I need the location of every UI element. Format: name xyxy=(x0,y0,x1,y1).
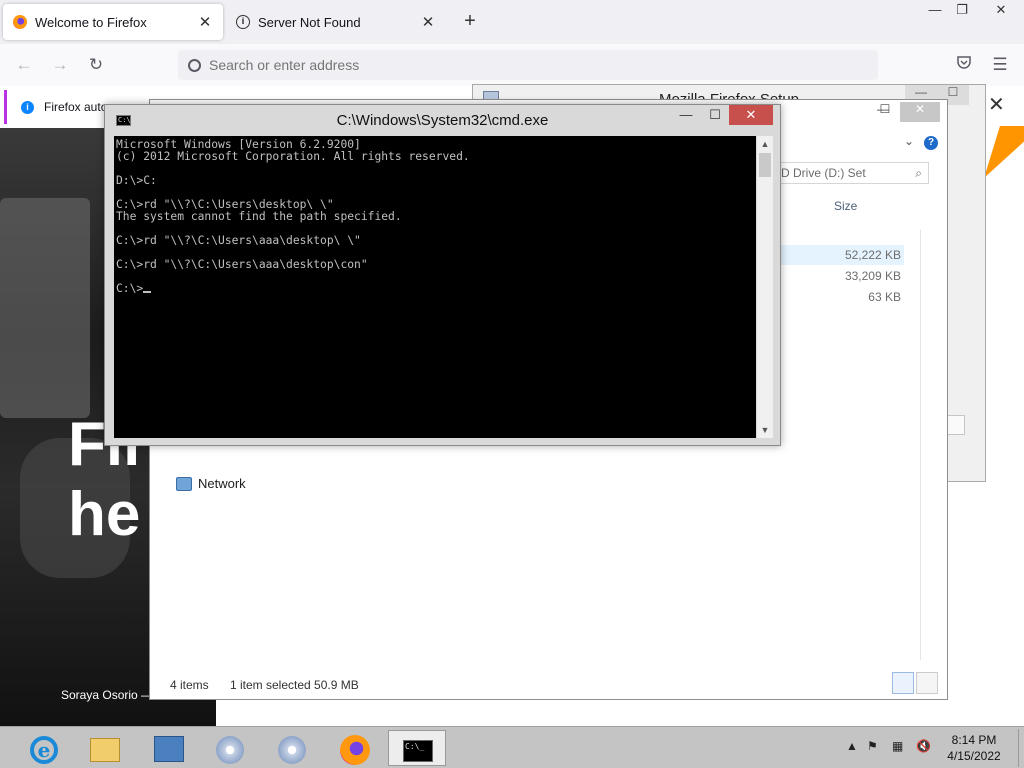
console-line: D:\>C: xyxy=(116,174,157,187)
console-line: C:\>rd "\\?\C:\Users\aaa\desktop\con" xyxy=(116,258,368,271)
scroll-thumb[interactable] xyxy=(759,153,771,177)
close-welcome-icon[interactable]: ✕ xyxy=(988,92,1005,117)
console-line: (c) 2012 Microsoft Corporation. All righ… xyxy=(116,150,470,163)
internet-explorer-icon: e xyxy=(30,736,58,764)
taskbar-setup-disk-2[interactable] xyxy=(264,730,322,766)
file-size-cell[interactable]: 63 KB xyxy=(770,287,904,307)
tab-welcome-to-firefox[interactable]: Welcome to Firefox ✕ xyxy=(3,4,223,40)
search-icon: ⌕ xyxy=(915,166,922,180)
setup-disk-icon xyxy=(216,736,244,764)
show-desktop-button[interactable] xyxy=(1018,729,1023,767)
file-size-cell[interactable]: 33,209 KB xyxy=(770,266,904,286)
volume-muted-icon[interactable]: 🔇 xyxy=(916,739,931,753)
tab-title: Server Not Found xyxy=(258,14,361,30)
menu-icon[interactable]: ☰ xyxy=(988,53,1012,77)
firefox-nav-bar: ← → ↻ ☰ xyxy=(0,44,1024,86)
help-icon[interactable]: ? xyxy=(924,136,938,150)
scroll-up-icon[interactable]: ▲ xyxy=(757,136,773,152)
status-selection: 1 item selected 50.9 MB xyxy=(230,678,359,692)
large-icons-view-icon[interactable] xyxy=(916,672,938,694)
system-clock[interactable]: 8:14 PM 4/15/2022 xyxy=(944,732,1004,764)
taskbar-command-prompt[interactable]: C:\_ xyxy=(388,730,446,766)
chevron-down-icon[interactable]: ⌄ xyxy=(904,134,914,148)
new-tab-button[interactable]: + xyxy=(458,10,482,34)
firefox-logo-icon xyxy=(13,15,27,29)
back-button[interactable]: ← xyxy=(12,53,36,77)
status-item-count: 4 items xyxy=(170,678,209,692)
console-prompt-line: C:\> xyxy=(116,283,756,295)
taskbar-internet-explorer[interactable]: e xyxy=(18,730,76,766)
explorer-search-input[interactable]: D Drive (D:) Set ⌕ xyxy=(777,162,929,184)
network-icon xyxy=(176,476,192,491)
details-view-icon[interactable] xyxy=(892,672,914,694)
console-line: The system cannot find the path specifie… xyxy=(116,210,402,223)
reload-button[interactable]: ↻ xyxy=(84,53,108,77)
taskbar-firefox[interactable] xyxy=(326,730,384,766)
explorer-maximize-button[interactable]: ☐ xyxy=(870,102,900,122)
clock-time: 8:14 PM xyxy=(951,733,997,747)
close-tab-icon[interactable]: ✕ xyxy=(420,13,436,31)
status-bar: 4 items 1 item selected 50.9 MB xyxy=(150,670,947,698)
taskbar-server-manager[interactable] xyxy=(140,730,198,766)
notification-text: Firefox auto xyxy=(44,100,108,114)
folder-icon xyxy=(90,738,120,762)
setup-disk-icon xyxy=(278,736,306,764)
close-tab-icon[interactable]: ✕ xyxy=(197,13,213,31)
cmd-scrollbar[interactable]: ▲ ▼ xyxy=(757,136,773,438)
taskbar-setup-disk-1[interactable] xyxy=(202,730,260,766)
nav-item-label: Network xyxy=(198,476,246,491)
command-prompt-icon: C:\_ xyxy=(403,740,433,762)
file-size-cell[interactable]: 52,222 KB xyxy=(770,245,904,265)
maximize-button[interactable]: ❐ xyxy=(945,0,979,22)
taskbar-file-explorer[interactable] xyxy=(76,730,134,766)
text-cursor xyxy=(143,291,152,293)
explorer-close-button[interactable]: ✕ xyxy=(900,102,940,122)
url-bar[interactable] xyxy=(178,50,878,80)
network-status-icon[interactable]: ▦ xyxy=(892,739,903,753)
tab-title: Welcome to Firefox xyxy=(35,14,147,30)
close-window-button[interactable]: ✕ xyxy=(984,0,1018,22)
action-center-flag-icon[interactable]: ⚑ xyxy=(867,739,878,753)
cmd-console-output[interactable]: Microsoft Windows [Version 6.2.9200] (c)… xyxy=(114,136,756,438)
tab-server-not-found[interactable]: i Server Not Found ✕ xyxy=(226,4,446,40)
photo-credit: Soraya Osorio — xyxy=(61,688,154,702)
console-line: C:\>rd "\\?\C:\Users\aaa\desktop\ \" xyxy=(116,234,361,247)
search-icon xyxy=(188,58,201,72)
explorer-scrollbar[interactable] xyxy=(920,230,921,660)
cmd-maximize-button[interactable]: ☐ xyxy=(702,105,728,125)
cmd-close-button[interactable]: ✕ xyxy=(729,105,773,125)
nav-item-network[interactable]: Network xyxy=(176,476,246,491)
console-prompt: C:\> xyxy=(116,282,144,295)
firefox-icon xyxy=(340,735,370,765)
url-input[interactable] xyxy=(209,57,809,73)
forward-button[interactable]: → xyxy=(48,53,72,77)
pocket-icon[interactable] xyxy=(952,53,976,77)
info-icon: i xyxy=(236,15,250,29)
cmd-title-bar[interactable]: C:\ C:\Windows\System32\cmd.exe — ☐ ✕ xyxy=(105,105,780,135)
cmd-window: C:\ C:\Windows\System32\cmd.exe — ☐ ✕ Mi… xyxy=(104,104,781,446)
firefox-tab-bar: Welcome to Firefox ✕ i Server Not Found … xyxy=(0,0,1024,44)
show-hidden-icons-icon[interactable]: ▲ xyxy=(846,739,858,753)
cmd-minimize-button[interactable]: — xyxy=(673,105,699,125)
taskbar: e C:\_ ▲ ⚑ ▦ 🔇 8:14 PM 4/15/2022 xyxy=(0,726,1024,768)
server-manager-icon xyxy=(154,736,184,762)
info-icon: i xyxy=(21,100,34,114)
scroll-down-icon[interactable]: ▼ xyxy=(757,422,773,438)
column-header-size[interactable]: Size xyxy=(834,199,857,213)
clock-date: 4/15/2022 xyxy=(947,749,1001,763)
